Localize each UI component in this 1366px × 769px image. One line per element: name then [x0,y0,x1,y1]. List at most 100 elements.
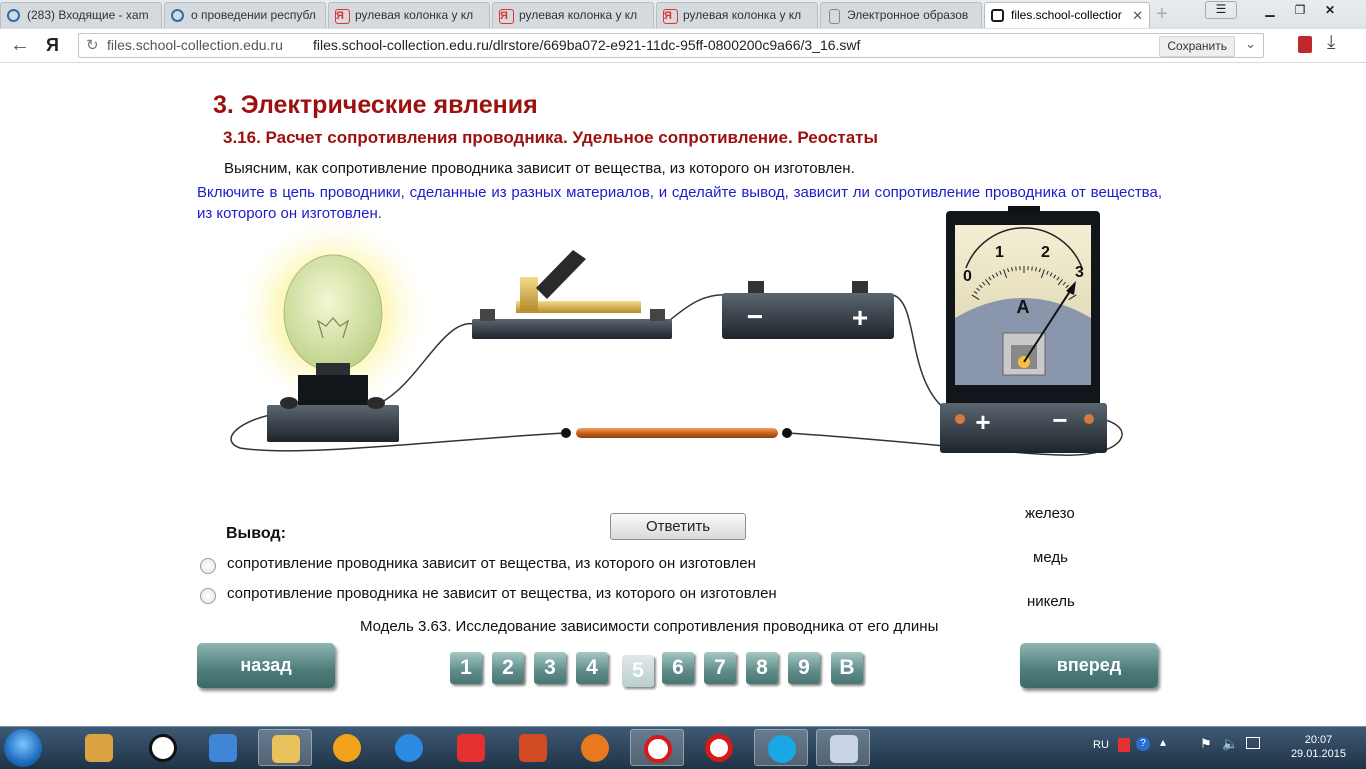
speaker-icon[interactable]: 🔈 [1222,736,1238,752]
site-icon [171,9,184,22]
taskbar-app-2[interactable] [136,729,190,766]
battery-plus-label: + [852,302,868,333]
light-bulb [284,255,382,371]
ammeter-minus-label: − [1052,405,1067,435]
window-close-icon[interactable]: ✕ [1315,0,1345,20]
taskbar-ie[interactable] [382,729,436,766]
material-iron-label[interactable]: железо [1025,505,1075,522]
skype-icon [768,735,796,763]
folder-icon [272,735,300,763]
yandex-browser-icon [644,735,672,763]
mail-agent-icon [333,734,361,762]
page-button-5[interactable]: 5 [622,655,654,687]
url-field[interactable]: ↻ files.school-collection.edu.ru files.s… [78,33,1264,58]
tab-7-label: files.school-collectior [1011,8,1122,22]
material-nickel-label[interactable]: никель [1027,593,1075,610]
copper-wire-in-circuit [576,428,778,438]
taskbar-mail[interactable] [320,729,374,766]
tab-3-label: рулевая колонка у кл [355,8,473,22]
taskbar-app-3[interactable] [196,729,250,766]
url-text: files.school-collection.edu.ru/dlrstore/… [313,37,860,53]
internet-explorer-icon [395,734,423,762]
conclusion-label: Вывод: [226,525,286,543]
save-page-button[interactable]: Сохранить [1159,36,1235,57]
tab-strip: (283) Входящие - xam о проведении респуб… [0,0,1366,30]
flag-icon[interactable]: ⚑ [1200,736,1212,752]
tray-icon[interactable] [1118,738,1130,752]
restore-icon[interactable]: ❐ [1285,0,1315,20]
network-icon[interactable] [1246,737,1260,749]
start-button[interactable] [4,729,42,767]
taskbar-yandex-browser[interactable] [630,729,684,766]
taskbar-yandex[interactable] [444,729,498,766]
forward-button[interactable]: вперед [1020,643,1158,688]
material-copper-label[interactable]: медь [1033,549,1068,566]
tab-3[interactable]: Ярулевая колонка у кл [328,2,490,28]
download-icon[interactable]: ⤓ [1327,32,1335,54]
option-1[interactable]: сопротивление проводника зависит от веще… [200,555,756,572]
back-arrow-icon[interactable]: ← [10,34,30,57]
page-button-8[interactable]: 8 [746,652,778,684]
circuit-diagram: − + 0 1 2 3 A + − [0,63,1366,483]
clock-time: 20:07 [1291,733,1346,747]
taskbar-powerpoint[interactable] [506,729,560,766]
scale-label-2: 2 [1041,244,1050,261]
tab-5[interactable]: Ярулевая колонка у кл [656,2,818,28]
option-2[interactable]: сопротивление проводника не зависит от в… [200,585,777,602]
menu-icon[interactable]: ☰ [1205,1,1237,19]
paint-icon [830,735,858,763]
flash-lesson: 3. Электрические явления 3.16. Расчет со… [0,63,1366,726]
tab-5-label: рулевая колонка у кл [683,8,801,22]
back-button[interactable]: назад [197,643,335,688]
chevron-down-icon[interactable]: ⌄ [1245,36,1256,52]
taskbar-skype[interactable] [754,729,808,766]
mail-icon [7,9,20,22]
close-icon[interactable]: ✕ [1132,3,1143,28]
pdf-icon[interactable] [1298,36,1312,53]
tab-2[interactable]: о проведении республ [164,2,326,28]
reload-icon[interactable]: ↻ [86,36,99,54]
page-button-6[interactable]: 6 [662,652,694,684]
answer-button[interactable]: Ответить [610,513,746,540]
yandex-logo[interactable]: Я [46,35,59,56]
page-button-B[interactable]: B [831,652,863,684]
switch-base [472,319,672,339]
taskbar-explorer[interactable] [258,729,312,766]
new-tab-icon[interactable]: + [1156,3,1168,26]
taskbar-app-1[interactable] [72,729,126,766]
tab-4[interactable]: Ярулевая колонка у кл [492,2,654,28]
battery-minus-label: − [747,301,763,332]
taskbar-opera[interactable] [692,729,746,766]
taskbar-paint[interactable] [816,729,870,766]
clock-date: 29.01.2015 [1291,747,1346,761]
page-button-2[interactable]: 2 [492,652,524,684]
page-button-1[interactable]: 1 [450,652,482,684]
language-indicator[interactable]: RU [1093,739,1109,751]
model-caption: Модель 3.63. Исследование зависимости со… [360,618,938,635]
page-button-3[interactable]: 3 [534,652,566,684]
ammeter-tick [1032,267,1033,271]
option-1-label: сопротивление проводника зависит от веще… [227,555,756,572]
radio-option-2[interactable] [200,588,216,604]
yandex-icon: Я [663,9,678,24]
help-icon[interactable]: ? [1136,737,1150,751]
site-icon [991,9,1004,22]
tab-1-label: (283) Входящие - xam [27,8,149,22]
tray-arrow-icon[interactable]: ▴ [1160,735,1166,749]
taskbar-firefox[interactable] [568,729,622,766]
minimize-icon[interactable]: ▁ [1255,0,1285,20]
radio-option-1[interactable] [200,558,216,574]
page-button-4[interactable]: 4 [576,652,608,684]
tab-6[interactable]: Электронное образов [820,2,982,28]
tab-1[interactable]: (283) Входящие - xam [0,2,162,28]
app-icon [85,734,113,762]
tab-2-label: о проведении республ [191,8,316,22]
firefox-icon [581,734,609,762]
powerpoint-icon [519,734,547,762]
page-button-9[interactable]: 9 [788,652,820,684]
tab-7-active[interactable]: files.school-collectior ✕ [984,2,1150,28]
ammeter-plus-label: + [975,407,990,437]
clock[interactable]: 20:07 29.01.2015 [1291,733,1346,761]
opera-icon [705,734,733,762]
page-button-7[interactable]: 7 [704,652,736,684]
